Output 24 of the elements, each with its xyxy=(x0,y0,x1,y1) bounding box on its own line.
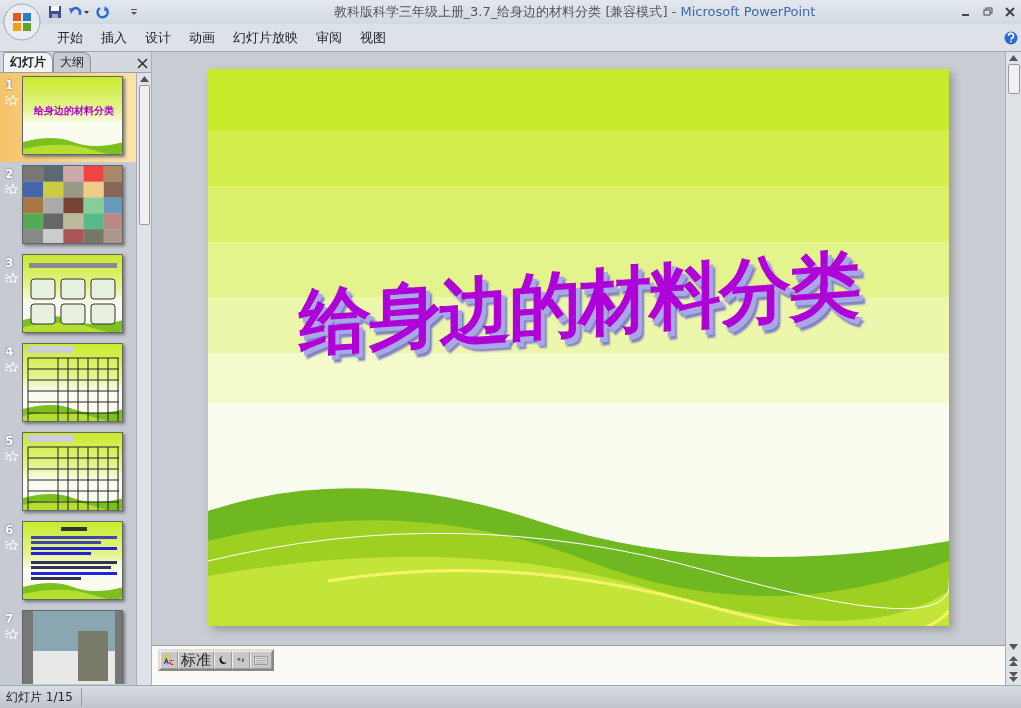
ribbon-tab[interactable]: 视图 xyxy=(354,27,392,48)
thumbnail-title: 给身边的材料分类 xyxy=(33,105,114,116)
slide-indicator: 幻灯片 1/15 xyxy=(6,688,82,706)
ribbon-tab[interactable]: 审阅 xyxy=(310,27,348,48)
slide-number: 7 xyxy=(5,611,15,628)
ribbon-tab[interactable]: 动画 xyxy=(183,27,221,48)
window-title: 教科版科学三年级上册_3.7_给身边的材料分类 [兼容模式] xyxy=(333,4,668,20)
slide-thumbnail[interactable]: 给身边的材料分类 xyxy=(23,77,122,154)
app-name: Microsoft PowerPoint xyxy=(680,4,816,20)
ribbon-tab[interactable]: 插入 xyxy=(95,27,133,48)
ribbon-tab[interactable]: 开始 xyxy=(51,27,89,48)
panel-tab[interactable]: 大纲 xyxy=(53,52,91,72)
panel-tab[interactable]: 幻灯片 xyxy=(3,52,53,72)
slide-number: 1 xyxy=(5,77,15,94)
slide-number: 6 xyxy=(5,522,15,539)
slide-number: 2 xyxy=(5,166,15,183)
slide-number: 4 xyxy=(5,344,15,361)
slide-number: 3 xyxy=(5,255,15,272)
title-separator: - xyxy=(671,4,677,20)
ribbon-tab[interactable]: 设计 xyxy=(139,27,177,48)
ribbon-tab[interactable]: 幻灯片放映 xyxy=(227,27,304,48)
thumbnail-row[interactable]: 1 给身边的材料分类 xyxy=(0,73,136,162)
input-mode-button[interactable]: 标准 xyxy=(178,651,214,669)
slide-number: 5 xyxy=(5,433,15,450)
